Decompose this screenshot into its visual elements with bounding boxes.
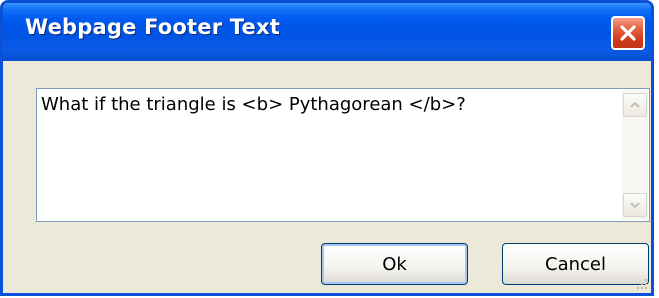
chevron-up-icon — [630, 101, 640, 108]
title-bar[interactable]: Webpage Footer Text — [3, 3, 651, 61]
footer-text-value[interactable]: What if the triangle is <b> Pythagorean … — [41, 94, 619, 115]
dialog-window: Webpage Footer Text What if the triangle… — [0, 0, 654, 296]
footer-text-input[interactable]: What if the triangle is <b> Pythagorean … — [36, 88, 650, 222]
close-icon — [620, 25, 636, 41]
dialog-body: What if the triangle is <b> Pythagorean … — [3, 61, 651, 293]
chevron-down-icon — [630, 202, 640, 209]
scroll-up-button[interactable] — [623, 93, 647, 117]
vertical-scrollbar[interactable] — [622, 90, 648, 220]
scroll-down-button[interactable] — [623, 193, 647, 217]
cancel-button[interactable]: Cancel — [502, 243, 649, 285]
ok-button[interactable]: Ok — [321, 243, 468, 285]
close-button[interactable] — [611, 16, 645, 50]
resize-grip-icon[interactable] — [635, 277, 649, 291]
window-title: Webpage Footer Text — [25, 15, 280, 39]
